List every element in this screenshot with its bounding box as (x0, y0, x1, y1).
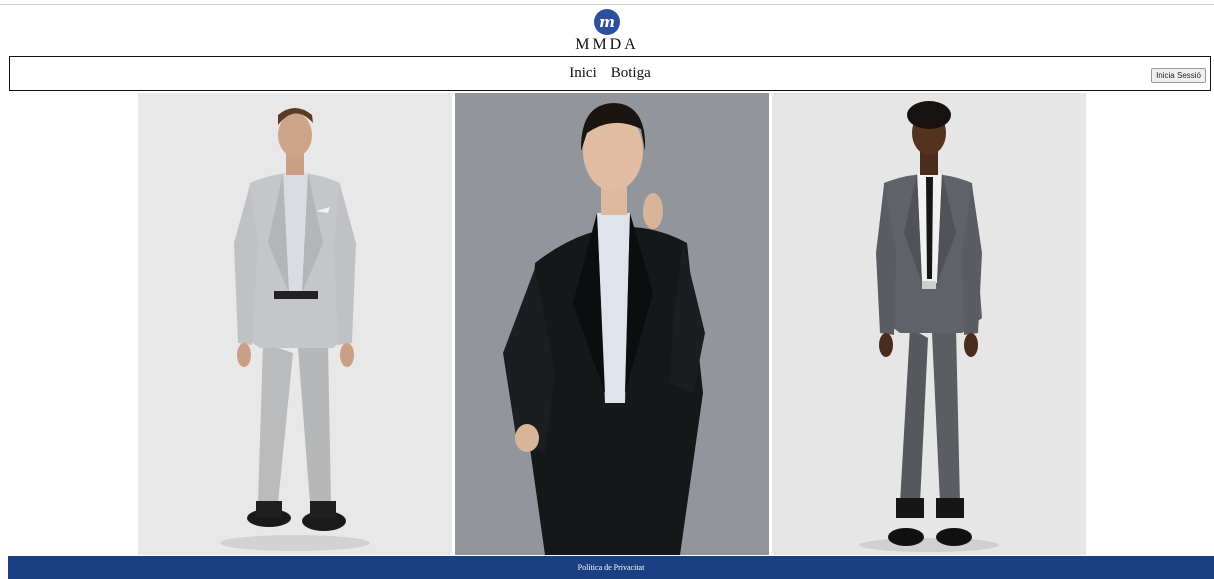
gallery-image-2[interactable] (455, 93, 769, 555)
login-button[interactable]: Inicia Sessió (1151, 68, 1206, 83)
brand-name: MMDA (575, 36, 639, 53)
privacy-policy-link[interactable]: Política de Privacitat (578, 563, 645, 572)
light-grey-suit-photo (138, 93, 452, 555)
dark-check-suit-photo (772, 93, 1086, 555)
gallery-image-3[interactable] (772, 93, 1086, 555)
nav-item-inici[interactable]: Inici (569, 65, 597, 82)
black-blazer-photo (455, 93, 769, 555)
main-navbar: Inici Botiga Inicia Sessió (9, 56, 1211, 91)
brand-header: m MMDA (0, 9, 1214, 54)
nav-links: Inici Botiga (10, 57, 1210, 90)
nav-item-botiga[interactable]: Botiga (611, 65, 651, 82)
brand-logo-icon[interactable]: m (594, 9, 620, 35)
top-divider (0, 4, 1214, 5)
site-footer: Política de Privacitat (8, 556, 1214, 579)
gallery-image-1[interactable] (138, 93, 452, 555)
photo-gallery (138, 93, 1086, 555)
